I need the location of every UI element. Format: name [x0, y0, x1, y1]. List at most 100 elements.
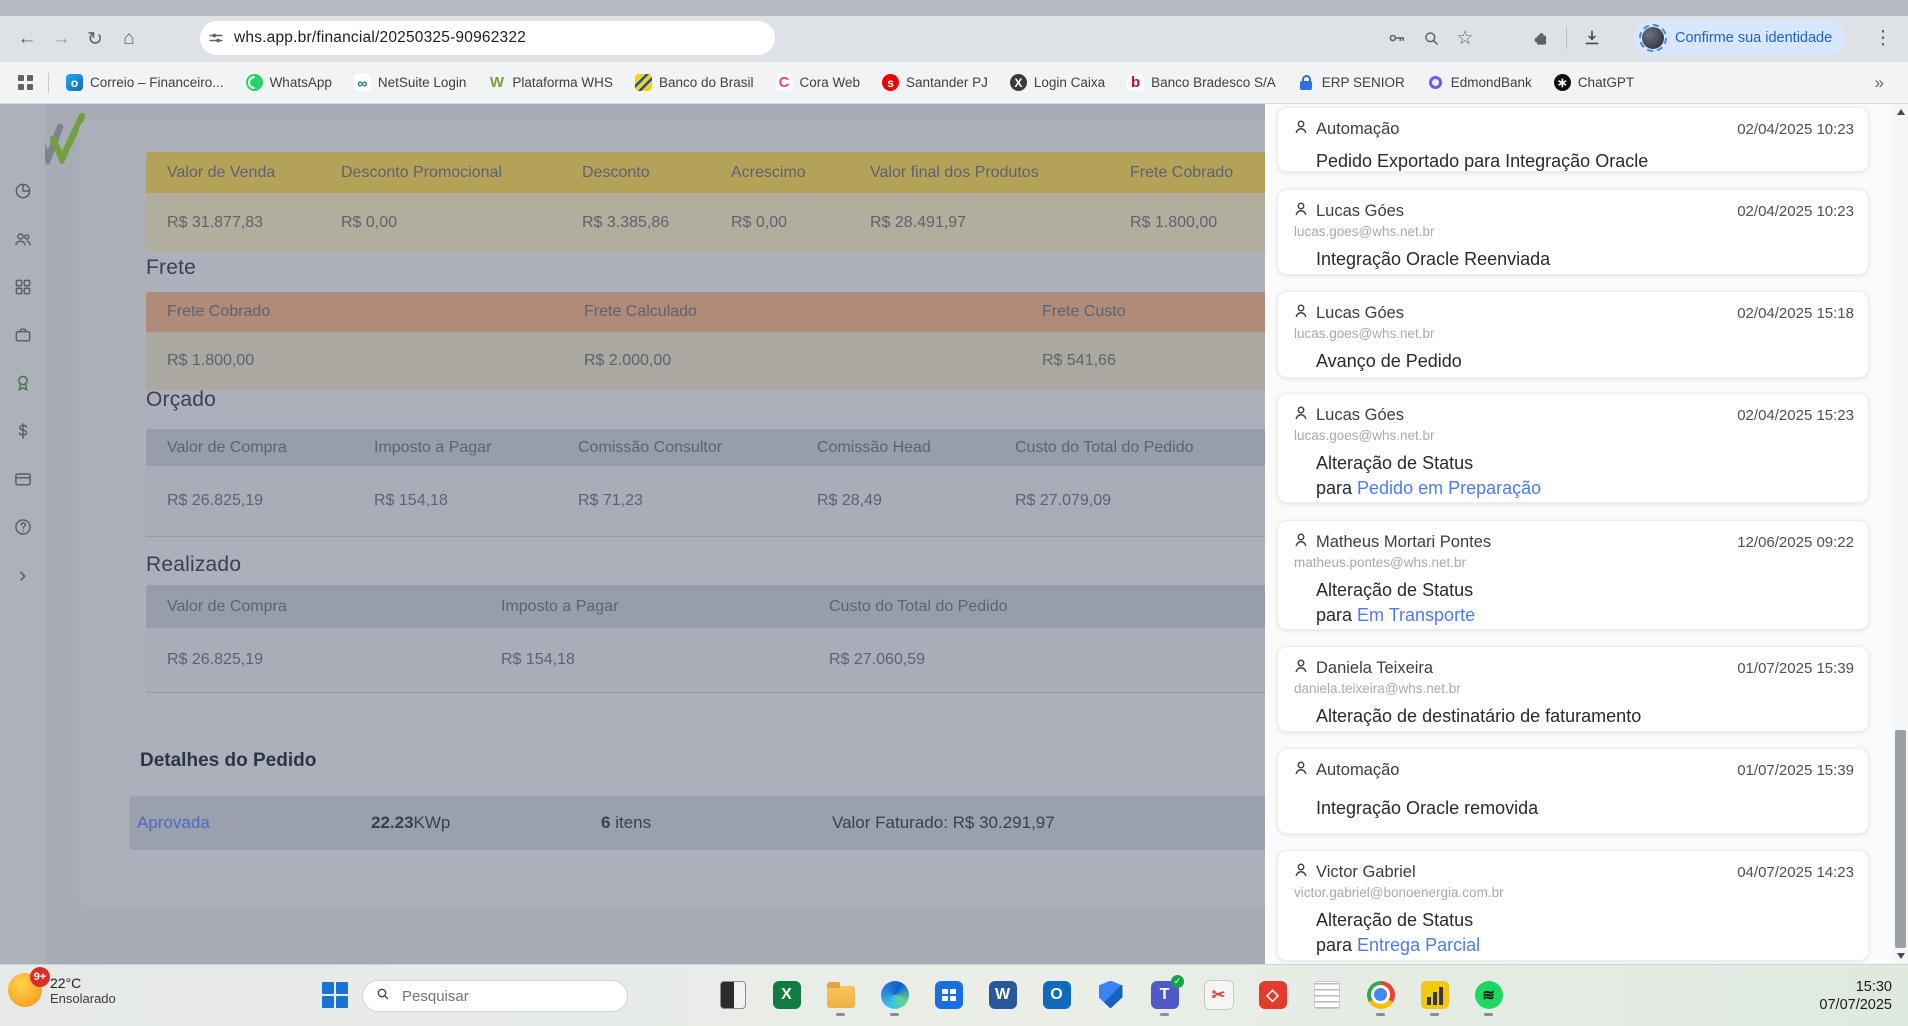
red-diamond-app-icon[interactable]: ◇	[1256, 978, 1289, 1011]
microsoft-store-icon[interactable]	[932, 978, 965, 1011]
activity-card[interactable]: Daniela Teixeira 01/07/2025 15:39 daniel…	[1277, 646, 1869, 732]
avatar	[1639, 24, 1667, 52]
dollar-icon[interactable]	[12, 420, 34, 442]
whatsapp-favicon	[246, 74, 263, 91]
outlook-icon[interactable]: O	[1040, 978, 1073, 1011]
site-settings-icon[interactable]	[206, 28, 226, 48]
home-button[interactable]: ⌂	[112, 22, 146, 56]
teams-icon[interactable]: T✓	[1148, 978, 1181, 1011]
scrollbar-thumb[interactable]	[1895, 730, 1906, 948]
password-key-icon[interactable]	[1380, 21, 1414, 55]
edge-icon[interactable]	[878, 978, 911, 1011]
santander-favicon: s	[882, 74, 899, 91]
back-button[interactable]: ←	[10, 22, 44, 56]
zoom-icon[interactable]	[1414, 21, 1448, 55]
power-bi-icon[interactable]	[1418, 978, 1451, 1011]
briefcase-icon[interactable]	[12, 324, 34, 346]
extensions-icon[interactable]	[1524, 21, 1558, 55]
activity-user: Daniela Teixeira	[1316, 659, 1433, 678]
lock-icon	[1298, 74, 1315, 91]
bookmark-cora[interactable]: C Cora Web	[776, 74, 861, 91]
caixa-favicon: X	[1010, 74, 1027, 91]
profile-identity-button[interactable]: Confirme sua identidade	[1634, 20, 1846, 56]
activity-card[interactable]: Automação 01/07/2025 15:39 Integração Or…	[1277, 748, 1869, 834]
address-bar[interactable]: whs.app.br/financial/20250325-90962322	[200, 21, 775, 55]
clock-time: 15:30	[1819, 978, 1892, 996]
word-icon[interactable]: W	[986, 978, 1019, 1011]
award-icon[interactable]	[12, 372, 34, 394]
vertical-scrollbar[interactable]	[1893, 104, 1908, 964]
bookmark-erp-senior[interactable]: ERP SENIOR	[1298, 74, 1405, 91]
scroll-up-arrow[interactable]	[1893, 104, 1908, 120]
order-status-link[interactable]: Aprovada	[129, 813, 363, 833]
page-viewport: E-Commerce Calculadora Pedidos Acompanha…	[0, 104, 1908, 964]
url-text[interactable]: whs.app.br/financial/20250325-90962322	[234, 29, 526, 47]
activity-card[interactable]: Automação 02/04/2025 10:23 Pedido Export…	[1277, 107, 1869, 172]
taskbar-search[interactable]	[362, 980, 628, 1012]
bookmark-caixa[interactable]: X Login Caixa	[1010, 74, 1105, 91]
bookmark-whatsapp[interactable]: WhatsApp	[246, 74, 332, 91]
weather-widget[interactable]: 9+ 22°C Ensolarado	[8, 973, 116, 1007]
activity-email: victor.gabriel@bonoenergia.com.br	[1294, 885, 1854, 900]
spotify-icon[interactable]: ≋	[1472, 978, 1505, 1011]
person-icon	[1292, 200, 1310, 223]
activity-card[interactable]: Lucas Góes 02/04/2025 15:18 lucas.goes@w…	[1277, 291, 1869, 378]
bookmark-edmondbank[interactable]: EdmondBank	[1427, 74, 1532, 91]
bookmark-banco-do-brasil[interactable]: Banco do Brasil	[635, 74, 754, 91]
status-link[interactable]: Em Transporte	[1357, 605, 1475, 625]
downloads-icon[interactable]	[1575, 21, 1609, 55]
activity-email: daniela.teixeira@whs.net.br	[1294, 681, 1854, 696]
chrome-icon[interactable]	[1364, 978, 1397, 1011]
activity-card[interactable]: Lucas Góes 02/04/2025 10:23 lucas.goes@w…	[1277, 189, 1869, 275]
activity-card[interactable]: Matheus Mortari Pontes 12/06/2025 09:22 …	[1277, 520, 1869, 630]
bookmarks-overflow-chevron[interactable]: »	[1861, 73, 1898, 93]
browser-menu-icon[interactable]: ⋮	[1866, 21, 1900, 55]
activity-action: Alteração de Status para Pedido em Prepa…	[1316, 451, 1854, 501]
windows-security-icon[interactable]	[1094, 978, 1127, 1011]
activity-card[interactable]: Lucas Góes 02/04/2025 15:23 lucas.goes@w…	[1277, 393, 1869, 503]
orcado-section-title: Orçado	[146, 388, 216, 412]
order-power: 22.23KWp	[363, 813, 593, 833]
apps-grid-icon[interactable]	[18, 75, 34, 91]
edmondbank-favicon	[1427, 74, 1444, 91]
start-button[interactable]	[322, 982, 350, 1010]
notepad-icon[interactable]	[1310, 978, 1343, 1011]
netsuite-favicon: ∞	[354, 74, 371, 91]
activity-card[interactable]: Victor Gabriel 04/07/2025 14:23 victor.g…	[1277, 850, 1869, 961]
status-link[interactable]: Pedido em Preparação	[1357, 478, 1541, 498]
bookmark-bradesco[interactable]: b Banco Bradesco S/A	[1127, 74, 1276, 91]
help-icon[interactable]	[12, 516, 34, 538]
pie-chart-icon[interactable]	[12, 180, 34, 202]
search-input[interactable]	[400, 987, 604, 1006]
activity-action: Pedido Exportado para Integração Oracle	[1316, 149, 1854, 174]
status-link[interactable]: Entrega Parcial	[1357, 935, 1480, 955]
credit-card-icon[interactable]	[12, 468, 34, 490]
left-sidebar: ›	[0, 104, 45, 964]
bookmark-correio[interactable]: o Correio – Financeiro...	[66, 74, 224, 91]
scroll-down-arrow[interactable]	[1893, 948, 1908, 964]
bookmark-chatgpt[interactable]: ∗ ChatGPT	[1554, 74, 1634, 91]
modules-grid-icon[interactable]	[12, 276, 34, 298]
notes-app-icon[interactable]	[716, 978, 749, 1011]
refresh-button[interactable]: ↻	[78, 22, 112, 56]
activity-user: Automação	[1316, 761, 1399, 780]
taskbar-clock[interactable]: 15:30 07/07/2025	[1819, 978, 1892, 1014]
sidebar-expand-chevron[interactable]: ›	[12, 564, 34, 586]
order-items-count: 6 itens	[593, 813, 824, 833]
snipping-tool-icon[interactable]: ✂	[1202, 978, 1235, 1011]
activity-action: Integração Oracle Reenviada	[1316, 247, 1854, 272]
browser-toolbar: ← → ↻ ⌂ whs.app.br/financial/20250325-90…	[0, 16, 1908, 62]
frete-table-header: Frete Cobrado Frete Calculado Frete Cust…	[146, 292, 1326, 332]
file-explorer-icon[interactable]	[824, 978, 857, 1011]
bookmark-star-icon[interactable]: ☆	[1448, 21, 1482, 55]
activity-email: lucas.goes@whs.net.br	[1294, 224, 1854, 239]
forward-button[interactable]: →	[44, 22, 78, 56]
frete-section-title: Frete	[146, 256, 196, 280]
bookmarks-bar: o Correio – Financeiro... WhatsApp ∞ Net…	[0, 62, 1908, 104]
users-icon[interactable]	[12, 228, 34, 250]
person-icon	[1292, 118, 1310, 141]
excel-icon[interactable]: X	[770, 978, 803, 1011]
bookmark-santander[interactable]: s Santander PJ	[882, 74, 988, 91]
bookmark-whs[interactable]: W Plataforma WHS	[488, 74, 613, 91]
bookmark-netsuite[interactable]: ∞ NetSuite Login	[354, 74, 467, 91]
